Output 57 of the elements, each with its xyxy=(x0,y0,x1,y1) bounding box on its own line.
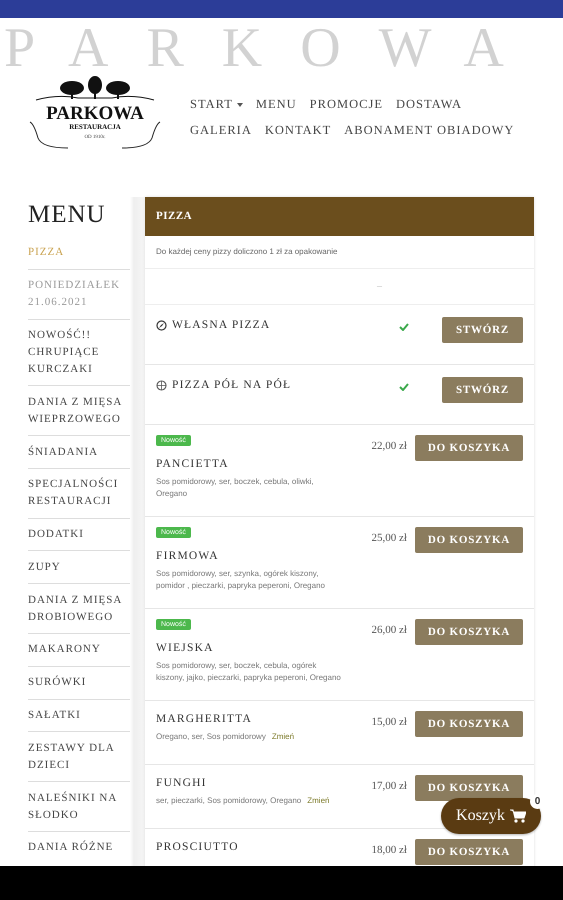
pizza-icon xyxy=(156,380,167,390)
category-link[interactable]: DANIA Z MIĘSA DROBIOWEGO xyxy=(28,584,130,634)
nav-link[interactable]: PROMOCJE xyxy=(310,96,383,113)
add-to-cart-button[interactable]: DO KOSZYKA xyxy=(415,711,523,737)
dash-text: – xyxy=(377,281,382,292)
product-price: 25,00 zł xyxy=(372,531,407,546)
product-price: 22,00 zł xyxy=(372,439,407,454)
category-link[interactable]: NOWOŚĆ!! CHRUPIĄCE KURCZAKI xyxy=(28,320,130,386)
add-to-cart-button[interactable]: DO KOSZYKA xyxy=(415,839,523,865)
section-header: PIZZA xyxy=(145,197,534,236)
product-description: Sos pomidorowy, ser, szynka, ogórek kiszony, pomidor , pieczarki, papryka peperoni, Oregano xyxy=(156,568,326,592)
nav-link[interactable]: ABONAMENT OBIADOWY xyxy=(344,122,514,139)
change-link[interactable]: Zmień xyxy=(307,796,330,805)
category-link[interactable]: ZUPY xyxy=(28,551,130,584)
menu-heading: MENU xyxy=(28,201,107,229)
category-link[interactable]: ZESTAWY DLA DZIECI xyxy=(28,732,130,782)
product-name: FIRMOWA xyxy=(156,549,220,564)
product-description: Oregano, ser, Sos pomidorowy Zmień xyxy=(156,731,296,743)
product-price: 18,00 zł xyxy=(372,843,407,858)
product-description: ser, pieczarki, Sos pomidorowy, Oregano Zmień xyxy=(156,795,330,807)
info-note: Do każdej ceny pizzy doliczono 1 zł za opakowanie xyxy=(145,236,534,269)
category-link[interactable]: MAKARONY xyxy=(28,634,130,667)
category-link[interactable]: NALEŚNIKI NA SŁODKO xyxy=(28,782,130,832)
product-name: WŁASNA PIZZA xyxy=(172,318,270,333)
nav-link[interactable]: GALERIA xyxy=(190,122,252,139)
product-price: 15,00 zł xyxy=(372,715,407,730)
category-link[interactable]: SURÓWKI xyxy=(28,666,130,700)
logo-name: PARKOWA xyxy=(46,104,144,123)
product-name: WIEJSKA xyxy=(156,641,215,656)
cart-icon xyxy=(510,809,526,823)
compass-icon xyxy=(156,320,167,330)
add-to-cart-button[interactable]: DO KOSZYKA xyxy=(415,435,523,461)
create-button[interactable]: STWÓRZ xyxy=(442,317,523,343)
product-description: Sos pomidorowy, ser, boczek, cebula, ogórek kiszony, jajko, pieczarki, papryka peperoni, Oregano xyxy=(156,660,341,684)
category-link[interactable]: SAŁATKI xyxy=(28,700,130,732)
add-to-cart-button[interactable]: DO KOSZYKA xyxy=(415,527,523,553)
product-name: PANCIETTA xyxy=(156,457,230,472)
nav-link[interactable]: DOSTAWA xyxy=(396,96,462,113)
product-description: Sos pomidorowy, ser, boczek, cebula, oliwki, Oregano xyxy=(156,476,315,500)
category-link[interactable]: ŚNIADANIA xyxy=(28,436,130,469)
change-link[interactable]: Zmień xyxy=(272,732,294,741)
category-link[interactable]: DANIA RÓŻNE xyxy=(28,832,130,856)
add-to-cart-button[interactable]: DO KOSZYKA xyxy=(415,775,523,801)
create-button[interactable]: STWÓRZ xyxy=(442,377,523,403)
product-price: 17,00 zł xyxy=(372,779,407,794)
nav-link[interactable]: KONTAKT xyxy=(264,122,332,139)
nav-link[interactable]: START xyxy=(190,96,243,113)
category-link[interactable]: DODATKI xyxy=(28,518,130,552)
product-name: FUNGHI xyxy=(156,776,208,791)
product-name: PROSCIUTTO xyxy=(156,840,240,855)
category-link[interactable]: SPECJALNOŚCI RESTAURACJI xyxy=(28,468,130,519)
product-name: PIZZA PÓŁ NA PÓŁ xyxy=(172,377,292,393)
product-price: 26,00 zł xyxy=(372,623,407,638)
add-to-cart-button[interactable]: DO KOSZYKA xyxy=(415,619,523,645)
product-name: MARGHERITTA xyxy=(156,712,253,727)
nav-link[interactable]: MENU xyxy=(256,96,297,113)
category-link[interactable]: DANIA Z MIĘSA WIEPRZOWEGO xyxy=(28,386,130,436)
